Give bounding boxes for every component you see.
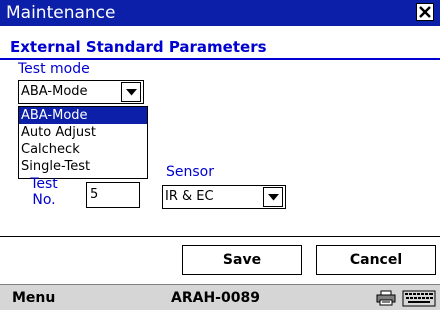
chevron-down-icon — [268, 194, 279, 201]
test-no-label-line2: No. — [32, 192, 56, 208]
close-icon — [419, 6, 431, 18]
test-mode-label: Test mode — [18, 61, 90, 77]
test-mode-dropdown-list: ABA-Mode Auto Adjust Calcheck Single-Tes… — [18, 106, 148, 179]
test-no-label: Test No. — [24, 176, 64, 208]
menu-button[interactable]: Menu — [12, 289, 55, 307]
test-no-label-line1: Test — [30, 176, 58, 192]
section-title: External Standard Parameters — [10, 38, 267, 56]
keyboard-icon[interactable] — [402, 288, 436, 308]
test-no-input[interactable]: 5 — [86, 182, 140, 208]
section-divider — [0, 58, 440, 60]
close-button[interactable] — [416, 3, 434, 21]
sensor-dropdown-button[interactable] — [263, 187, 283, 207]
chevron-down-icon — [126, 89, 137, 96]
menu-bar: Menu ARAH-0089 — [0, 284, 440, 310]
test-mode-dropdown-button[interactable] — [121, 82, 141, 102]
device-id: ARAH-0089 — [171, 290, 260, 306]
sensor-label: Sensor — [166, 164, 214, 180]
test-mode-combo[interactable]: ABA-Mode — [18, 80, 144, 104]
sensor-value: IR & EC — [165, 189, 214, 204]
test-no-value: 5 — [90, 187, 99, 202]
dropdown-option-aba-mode[interactable]: ABA-Mode — [19, 107, 147, 124]
dropdown-option-calcheck[interactable]: Calcheck — [19, 141, 147, 158]
window-title: Maintenance — [6, 3, 116, 23]
printer-icon[interactable] — [376, 290, 396, 306]
title-bar: Maintenance — [0, 0, 440, 26]
cancel-button[interactable]: Cancel — [316, 245, 436, 275]
sensor-combo[interactable]: IR & EC — [162, 185, 286, 209]
button-bar-divider — [0, 236, 440, 237]
test-mode-value: ABA-Mode — [21, 84, 88, 99]
save-button[interactable]: Save — [182, 245, 302, 275]
dropdown-option-single-test[interactable]: Single-Test — [19, 158, 147, 175]
dropdown-option-auto-adjust[interactable]: Auto Adjust — [19, 124, 147, 141]
